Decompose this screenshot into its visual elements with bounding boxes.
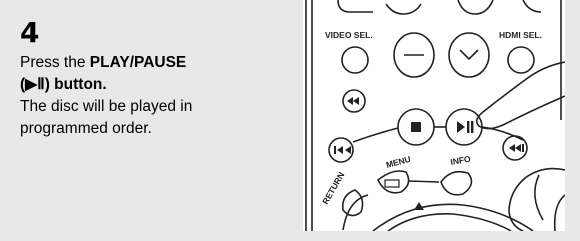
play-label: PLAY [89,54,130,71]
instruction-text: Press the PLAY/PAUSE (▶Ⅱ) button. The di… [20,52,280,140]
step-number: 4 [20,16,40,49]
instruction-line-3: The disc will be played in [20,98,193,115]
instruction-panel: 4 Press the PLAY/PAUSE (▶Ⅱ) button. The … [0,0,580,241]
info-label: INFO [450,154,472,167]
instruction-line-2: (▶Ⅱ) button. [20,76,107,93]
instruction-line-4: programmed order. [20,120,152,137]
press-the-text: Press the [20,54,90,71]
menu-label: MENU [385,154,412,170]
pause-label: PAUSE [134,54,187,71]
instruction-line-1: Press the PLAY/PAUSE [20,52,280,74]
hdmi-sel-label: HDMI SEL. [499,30,542,40]
remote-control-illustration: VIDEO SEL. HDMI SEL. MENU INFO RETURN [303,0,565,231]
video-sel-button [341,46,369,74]
return-label: RETURN [320,170,346,206]
video-sel-label: VIDEO SEL. [325,30,373,40]
